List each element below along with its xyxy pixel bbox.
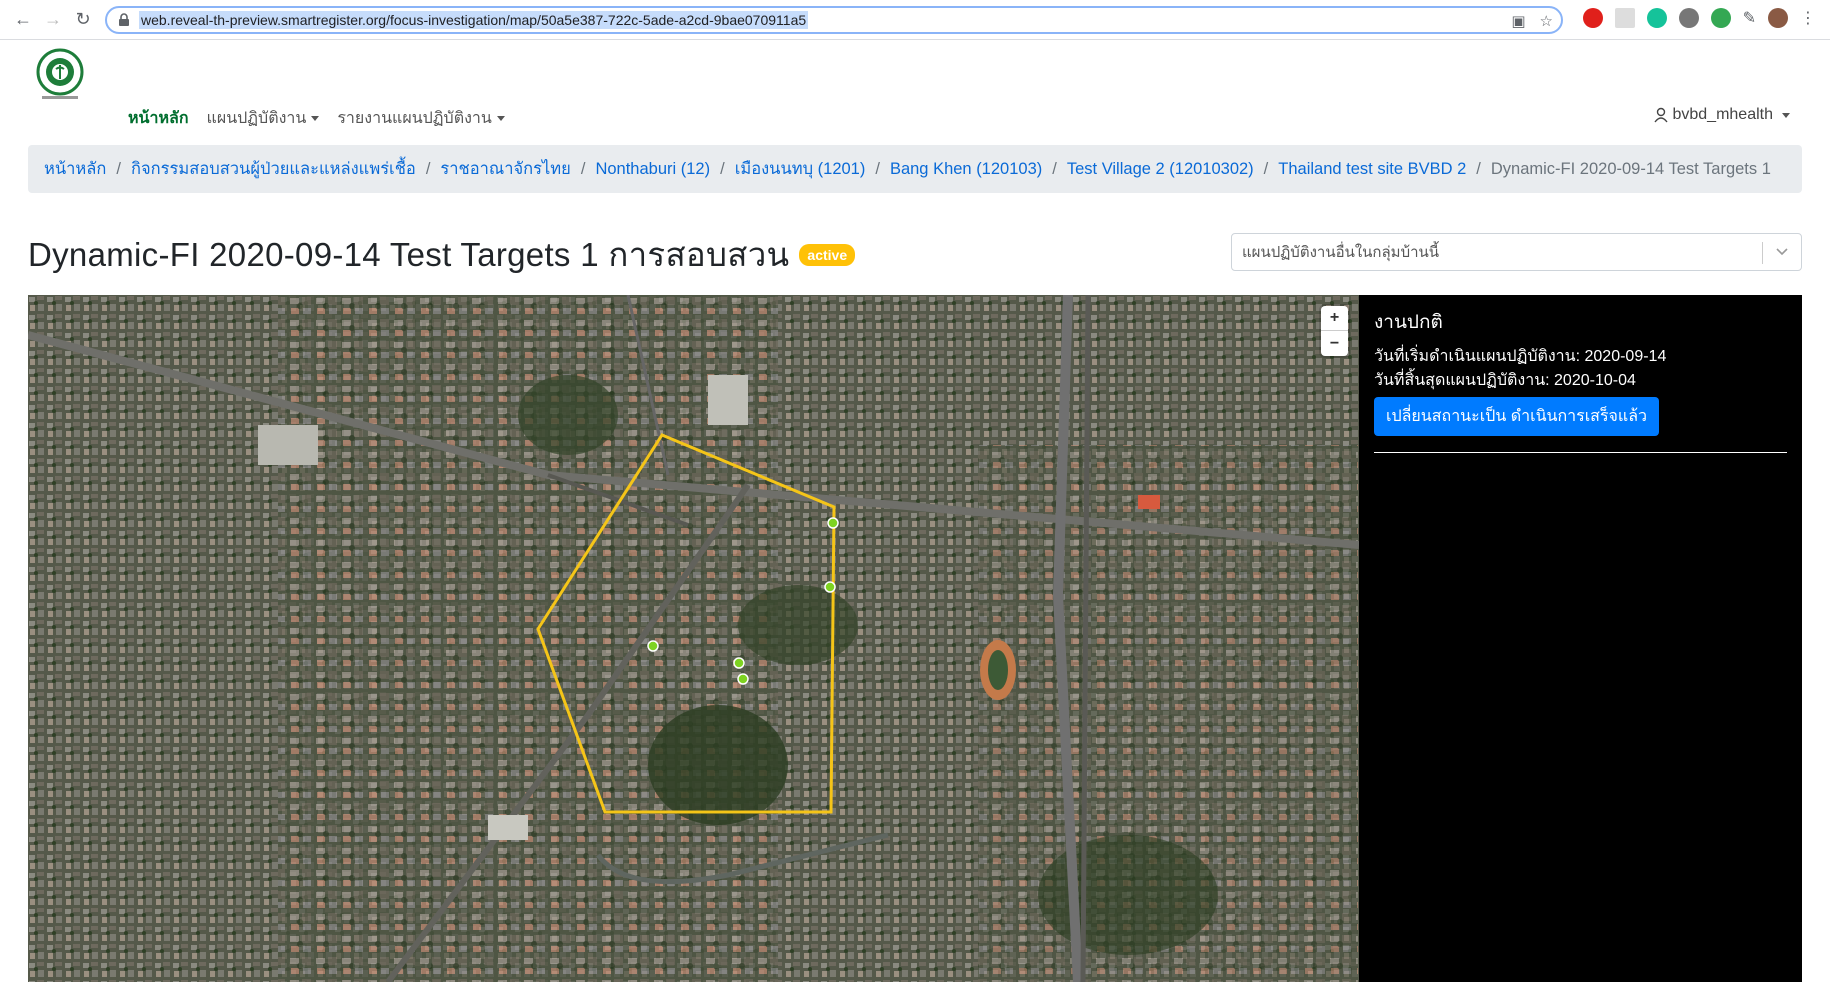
other-plans-select[interactable]: แผนปฏิบัติงานอื่นในกลุ่มบ้านนี้ bbox=[1231, 233, 1802, 271]
start-date-row: วันที่เริ่มดำเนินแผนปฏิบัติงาน: 2020-09-… bbox=[1374, 345, 1787, 369]
circle-extension-icon[interactable] bbox=[1678, 8, 1699, 28]
caret-down-icon bbox=[496, 116, 505, 122]
breadcrumb-subdistrict[interactable]: Bang Khen (120103) bbox=[890, 160, 1042, 179]
reload-icon[interactable]: ↻ bbox=[70, 7, 96, 33]
breadcrumb-village[interactable]: Test Village 2 (12010302) bbox=[1067, 160, 1254, 179]
structure-point bbox=[824, 581, 836, 593]
breadcrumb-separator: / bbox=[1263, 159, 1269, 178]
username: bvbd_mhealth bbox=[1672, 106, 1773, 123]
end-date-label: วันที่สิ้นสุดแผนปฏิบัติงาน: bbox=[1374, 372, 1550, 389]
zoom-out-button[interactable]: − bbox=[1321, 331, 1348, 356]
cast-icon[interactable]: ▣ bbox=[1511, 12, 1525, 30]
caret-down-icon bbox=[1782, 112, 1790, 118]
ministry-logo[interactable] bbox=[32, 46, 88, 102]
structure-point bbox=[647, 640, 659, 652]
bookmark-star-icon[interactable]: ☆ bbox=[1540, 12, 1553, 30]
nav-reports-dropdown[interactable]: รายงานแผนปฏิบัติงาน bbox=[337, 106, 505, 131]
browser-toolbar: ← → ↻ web.reveal-th-preview.smartregiste… bbox=[0, 0, 1830, 40]
zoom-in-button[interactable]: + bbox=[1321, 306, 1348, 331]
lock-icon bbox=[119, 13, 129, 26]
select-placeholder: แผนปฏิบัติงานอื่นในกลุ่มบ้านนี้ bbox=[1242, 244, 1440, 261]
start-date-label: วันที่เริ่มดำเนินแผนปฏิบัติงาน: bbox=[1374, 348, 1581, 365]
document-extension-icon[interactable] bbox=[1614, 8, 1635, 28]
mark-complete-button[interactable]: เปลี่ยนสถานะเป็น ดำเนินการเสร็จแล้ว bbox=[1374, 397, 1660, 436]
end-date-row: วันที่สิ้นสุดแผนปฏิบัติงาน: 2020-10-04 bbox=[1374, 369, 1787, 393]
breadcrumb-province[interactable]: Nonthaburi (12) bbox=[595, 160, 710, 179]
structure-point bbox=[733, 657, 745, 669]
user-menu-dropdown[interactable]: bvbd_mhealth bbox=[1654, 106, 1790, 124]
start-date-value: 2020-09-14 bbox=[1584, 348, 1667, 365]
panel-title: งานปกติ bbox=[1374, 312, 1443, 333]
profile-avatar[interactable] bbox=[1768, 8, 1788, 28]
nav-reports-label: รายงานแผนปฏิบัติงาน bbox=[337, 110, 492, 127]
breadcrumb-separator: / bbox=[1476, 159, 1481, 178]
breadcrumb-separator: / bbox=[720, 159, 725, 178]
browser-menu-icon[interactable]: ⋮ bbox=[1800, 8, 1816, 28]
nav-plans-dropdown[interactable]: แผนปฏิบัติงาน bbox=[207, 106, 320, 131]
app-navbar: หน้าหลัก แผนปฏิบัติงาน รายงานแผนปฏิบัติง… bbox=[0, 40, 1830, 150]
back-icon[interactable]: ← bbox=[10, 7, 36, 33]
nav-plans-label: แผนปฏิบัติงาน bbox=[206, 110, 307, 127]
breadcrumb-site[interactable]: Thailand test site BVBD 2 bbox=[1278, 160, 1466, 179]
opera-extension-icon[interactable] bbox=[1582, 8, 1603, 28]
user-icon bbox=[1654, 107, 1669, 123]
zoom-controls: + − bbox=[1321, 306, 1348, 356]
title-row: Dynamic-FI 2020-09-14 Test Targets 1 การ… bbox=[28, 228, 856, 281]
page-title: Dynamic-FI 2020-09-14 Test Targets 1 การ… bbox=[28, 236, 790, 273]
address-bar[interactable]: web.reveal-th-preview.smartregister.org/… bbox=[105, 6, 1563, 34]
satellite-map[interactable] bbox=[28, 295, 1359, 982]
url-text[interactable]: web.reveal-th-preview.smartregister.org/… bbox=[139, 11, 809, 29]
breadcrumb-separator: / bbox=[425, 159, 431, 178]
caret-down-icon bbox=[311, 116, 320, 122]
breadcrumb-separator: / bbox=[875, 159, 880, 178]
breadcrumb-country[interactable]: ราชอาณาจักรไทย bbox=[440, 156, 570, 182]
status-badge: active bbox=[799, 243, 856, 266]
breadcrumb-current: Dynamic-FI 2020-09-14 Test Targets 1 bbox=[1490, 159, 1771, 178]
panel-divider bbox=[1374, 452, 1787, 453]
breadcrumb-separator: / bbox=[116, 159, 121, 178]
extensions-puzzle-icon[interactable]: ✎ bbox=[1743, 8, 1756, 28]
breadcrumb: หน้าหลัก / กิจกรรมสอบสวนผู้ป่วยและแหล่งแพ… bbox=[28, 145, 1802, 193]
breadcrumb-fi[interactable]: กิจกรรมสอบสวนผู้ป่วยและแหล่งแพร่เชื้อ bbox=[131, 156, 416, 182]
forward-icon[interactable]: → bbox=[40, 7, 66, 33]
plan-info-panel: งานปกติ วันที่เริ่มดำเนินแผนปฏิบัติงาน: … bbox=[1359, 295, 1802, 982]
green-extension-icon[interactable] bbox=[1710, 8, 1731, 28]
structure-point bbox=[827, 517, 839, 529]
breadcrumb-home[interactable]: หน้าหลัก bbox=[44, 156, 106, 182]
end-date-value: 2020-10-04 bbox=[1554, 372, 1636, 389]
breadcrumb-district[interactable]: เมืองนนทบุ (1201) bbox=[735, 156, 866, 182]
breadcrumb-separator: / bbox=[580, 159, 586, 178]
structure-point bbox=[737, 673, 749, 685]
breadcrumb-separator: / bbox=[1052, 159, 1057, 178]
chevron-down-icon bbox=[1776, 248, 1788, 256]
select-divider bbox=[1762, 242, 1763, 264]
grammarly-extension-icon[interactable] bbox=[1646, 8, 1667, 28]
nav-home-link[interactable]: หน้าหลัก bbox=[128, 106, 189, 131]
map-canvas[interactable] bbox=[28, 295, 1359, 982]
